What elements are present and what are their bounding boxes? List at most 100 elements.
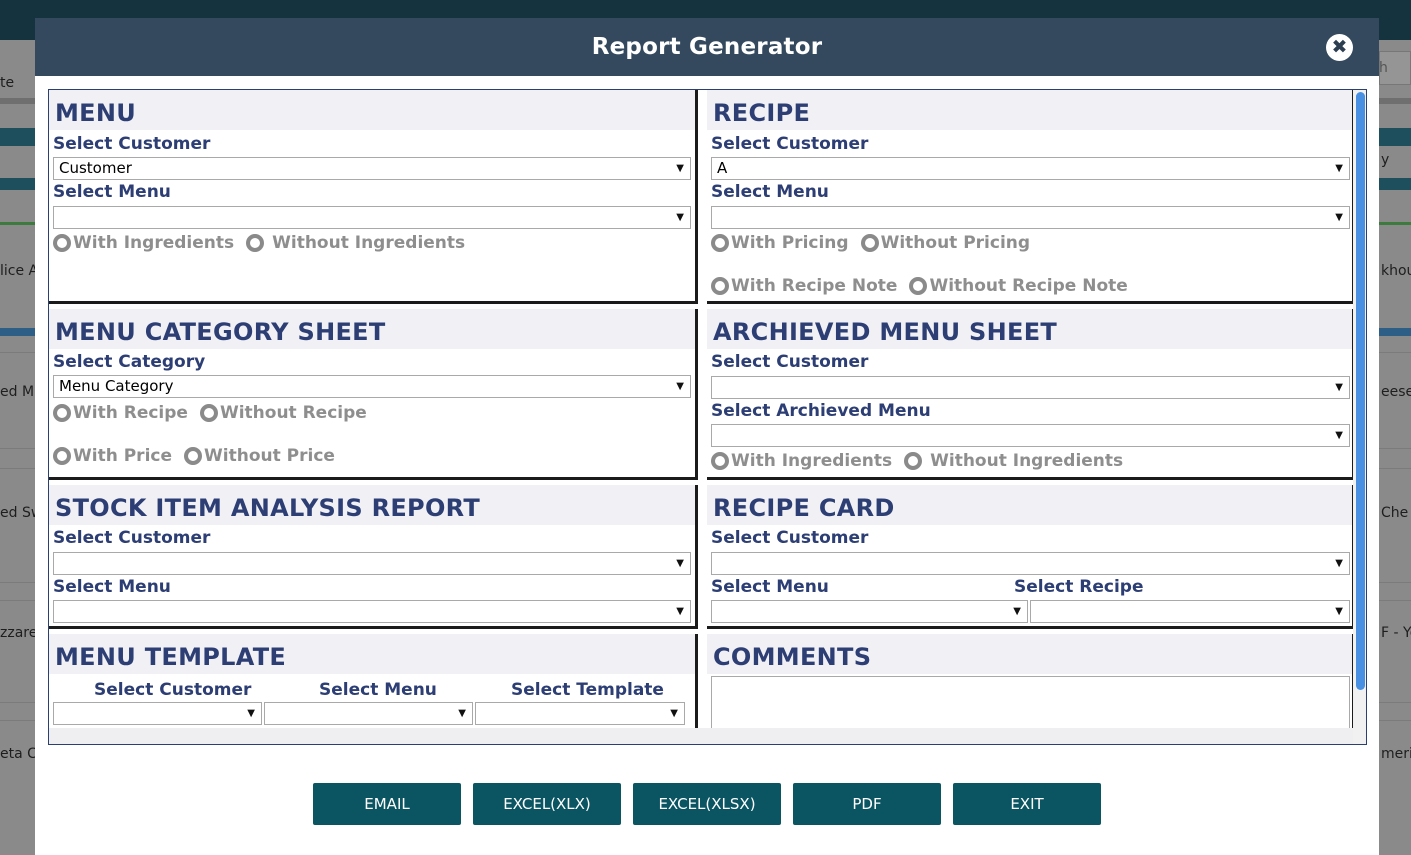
radio-circle-icon: [199, 404, 218, 422]
panel-header: COMMENTS: [707, 634, 1352, 674]
pricing-radio-group: With Pricing Without Pricing: [711, 233, 1042, 253]
radio-circle-icon: [860, 234, 879, 252]
without-recipe-radio[interactable]: Without Recipe: [199, 403, 367, 423]
template-menu-select[interactable]: ▼: [264, 702, 473, 725]
with-recipe-radio[interactable]: With Recipe: [53, 403, 188, 423]
recipe-card-menu-select[interactable]: ▼: [711, 600, 1028, 623]
recipe-card-customer-select[interactable]: ▼: [711, 552, 1350, 575]
dropdown-arrow-icon: ▼: [1013, 606, 1021, 617]
with-ingredients-radio[interactable]: With Ingredients: [53, 233, 234, 253]
menu-category-panel: MENU CATEGORY SHEET Select Category Menu…: [49, 309, 698, 480]
menu-panel: MENU Select Customer Customer ▼ Select Me…: [49, 90, 698, 304]
panel-header: MENU CATEGORY SHEET: [49, 309, 695, 349]
close-icon[interactable]: ✖: [1326, 34, 1353, 61]
content-footer-strip: [49, 728, 1366, 744]
without-pricing-radio[interactable]: Without Pricing: [860, 233, 1030, 253]
select-menu-label: Select Menu: [711, 577, 829, 597]
recipe-card-recipe-select[interactable]: ▼: [1030, 600, 1350, 623]
report-panels-container: MENU Select Customer Customer ▼ Select Me…: [48, 89, 1367, 745]
panel-title: MENU CATEGORY SHEET: [55, 318, 386, 346]
with-ingredients-radio[interactable]: With Ingredients: [711, 451, 892, 471]
stock-menu-select[interactable]: ▼: [53, 600, 691, 623]
recipe-menu-select[interactable]: ▼: [711, 206, 1350, 229]
menu-customer-select[interactable]: Customer ▼: [53, 157, 691, 180]
scrollbar-thumb[interactable]: [1356, 92, 1365, 690]
dropdown-arrow-icon: ▼: [676, 606, 684, 617]
background-text: eese ,: [1381, 384, 1411, 400]
without-ingredients-radio[interactable]: Without Ingredients: [904, 451, 1123, 471]
with-recipe-note-radio[interactable]: With Recipe Note: [711, 276, 897, 296]
stock-analysis-panel: STOCK ITEM ANALYSIS REPORT Select Custom…: [49, 485, 698, 629]
excel-xlsx-button[interactable]: EXCEL(XLSX): [633, 783, 781, 825]
radio-circle-icon: [53, 447, 71, 465]
without-price-radio[interactable]: Without Price: [184, 446, 335, 466]
select-customer-label: Select Customer: [53, 528, 211, 548]
radio-circle-icon: [184, 447, 203, 465]
dropdown-arrow-icon: ▼: [1335, 382, 1343, 393]
action-button-row: EMAIL EXCEL(XLX) EXCEL(XLSX) PDF EXIT: [313, 783, 1101, 825]
archived-menu-select[interactable]: ▼: [711, 424, 1350, 447]
radio-circle-icon: [711, 277, 729, 295]
with-pricing-radio[interactable]: With Pricing: [711, 233, 849, 253]
background-text: y: [1381, 152, 1390, 168]
menu-menu-select[interactable]: ▼: [53, 206, 691, 229]
select-template-label: Select Template: [511, 680, 664, 700]
email-button[interactable]: EMAIL: [313, 783, 461, 825]
panel-header: MENU: [49, 90, 695, 130]
background-text: zzare: [0, 625, 38, 641]
without-recipe-note-radio[interactable]: Without Recipe Note: [909, 276, 1128, 296]
select-customer-label: Select Customer: [94, 680, 252, 700]
radio-circle-icon: [711, 452, 729, 470]
archived-menu-panel: ARCHIEVED MENU SHEET Select Customer ▼ S…: [707, 309, 1355, 480]
panel-header: STOCK ITEM ANALYSIS REPORT: [49, 485, 695, 525]
archived-customer-select[interactable]: ▼: [711, 376, 1350, 399]
panel-header: MENU TEMPLATE: [49, 634, 695, 674]
excel-xls-button[interactable]: EXCEL(XLX): [473, 783, 621, 825]
radio-circle-icon: [53, 404, 71, 422]
select-category-label: Select Category: [53, 352, 206, 372]
panel-title: STOCK ITEM ANALYSIS REPORT: [55, 494, 481, 522]
report-generator-modal: Report Generator ✖ MENU Select Customer …: [35, 18, 1379, 855]
template-template-select[interactable]: ▼: [475, 702, 685, 725]
dropdown-arrow-icon: ▼: [247, 708, 255, 719]
background-text: Che: [1381, 505, 1409, 521]
recipe-customer-select[interactable]: A ▼: [711, 157, 1350, 180]
radio-circle-icon: [53, 234, 71, 252]
without-ingredients-radio[interactable]: Without Ingredients: [246, 233, 465, 253]
template-customer-select[interactable]: ▼: [53, 702, 262, 725]
panel-title: ARCHIEVED MENU SHEET: [713, 318, 1058, 346]
radio-circle-icon: [909, 277, 928, 295]
stock-customer-select[interactable]: ▼: [53, 552, 691, 575]
exit-button[interactable]: EXIT: [953, 783, 1101, 825]
vertical-scrollbar[interactable]: [1353, 90, 1366, 744]
panel-title: COMMENTS: [713, 643, 872, 671]
panel-header: RECIPE: [707, 90, 1352, 130]
dropdown-arrow-icon: ▼: [1335, 430, 1343, 441]
menu-category-select[interactable]: Menu Category ▼: [53, 375, 691, 398]
select-customer-label: Select Customer: [711, 352, 869, 372]
radio-circle-icon: [904, 452, 923, 470]
modal-title: Report Generator: [591, 34, 823, 60]
background-text: meri: [1381, 746, 1411, 762]
modal-header: Report Generator ✖: [35, 18, 1379, 76]
dropdown-arrow-icon: ▼: [1335, 558, 1343, 569]
with-price-radio[interactable]: With Price: [53, 446, 172, 466]
select-archived-menu-label: Select Archieved Menu: [711, 401, 931, 421]
background-text: h: [1379, 60, 1388, 76]
dropdown-arrow-icon: ▼: [676, 212, 684, 223]
pdf-button[interactable]: PDF: [793, 783, 941, 825]
dropdown-arrow-icon: ▼: [1335, 163, 1343, 174]
dropdown-arrow-icon: ▼: [458, 708, 466, 719]
select-recipe-label: Select Recipe: [1014, 577, 1144, 597]
select-customer-label: Select Customer: [711, 134, 869, 154]
dropdown-arrow-icon: ▼: [670, 708, 678, 719]
select-menu-label: Select Menu: [53, 182, 171, 202]
panel-title: MENU: [55, 99, 137, 127]
dropdown-arrow-icon: ▼: [1335, 212, 1343, 223]
background-text: khou: [1381, 263, 1411, 279]
recipe-note-radio-group: With Recipe Note Without Recipe Note: [711, 276, 1140, 296]
select-customer-label: Select Customer: [711, 528, 869, 548]
background-text: lice A: [0, 263, 39, 279]
background-text: ed Mi: [0, 384, 38, 400]
background-text: te: [0, 75, 15, 91]
